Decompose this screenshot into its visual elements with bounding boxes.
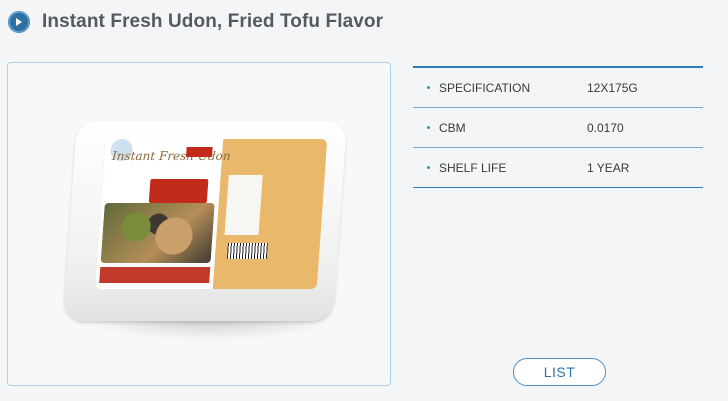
spec-value: 12X175G: [587, 80, 638, 95]
spec-value: 0.0170: [587, 120, 624, 135]
spec-label: SHELF LIFE: [439, 160, 507, 175]
spec-row-specification: SPECIFICATION 12X175G: [413, 68, 703, 108]
bullet-icon: [427, 86, 430, 89]
food-photo: [100, 203, 215, 263]
list-button[interactable]: LIST: [513, 358, 606, 386]
spec-row-shelf-life: SHELF LIFE 1 YEAR: [413, 148, 703, 188]
page-title: Instant Fresh Udon, Fried Tofu Flavor: [42, 11, 384, 32]
spec-label: CBM: [439, 120, 466, 135]
spec-value: 1 YEAR: [587, 160, 630, 175]
barcode: [226, 243, 268, 259]
product-image-frame: Instant Fresh Udon: [7, 62, 391, 386]
play-circle-icon: [8, 11, 30, 33]
bullet-icon: [427, 126, 430, 129]
spec-row-cbm: CBM 0.0170: [413, 108, 703, 148]
nutrition-facts: [224, 175, 263, 235]
label-brand-text: Instant Fresh Udon: [111, 149, 232, 163]
spec-table: SPECIFICATION 12X175G CBM 0.0170 SHELF L…: [413, 66, 703, 188]
product-image: Instant Fresh Udon: [63, 113, 350, 349]
page-header: Instant Fresh Udon, Fried Tofu Flavor: [8, 9, 383, 35]
package-label: Instant Fresh Udon: [94, 139, 328, 289]
spec-label: SPECIFICATION: [439, 80, 531, 95]
bullet-icon: [427, 166, 430, 169]
